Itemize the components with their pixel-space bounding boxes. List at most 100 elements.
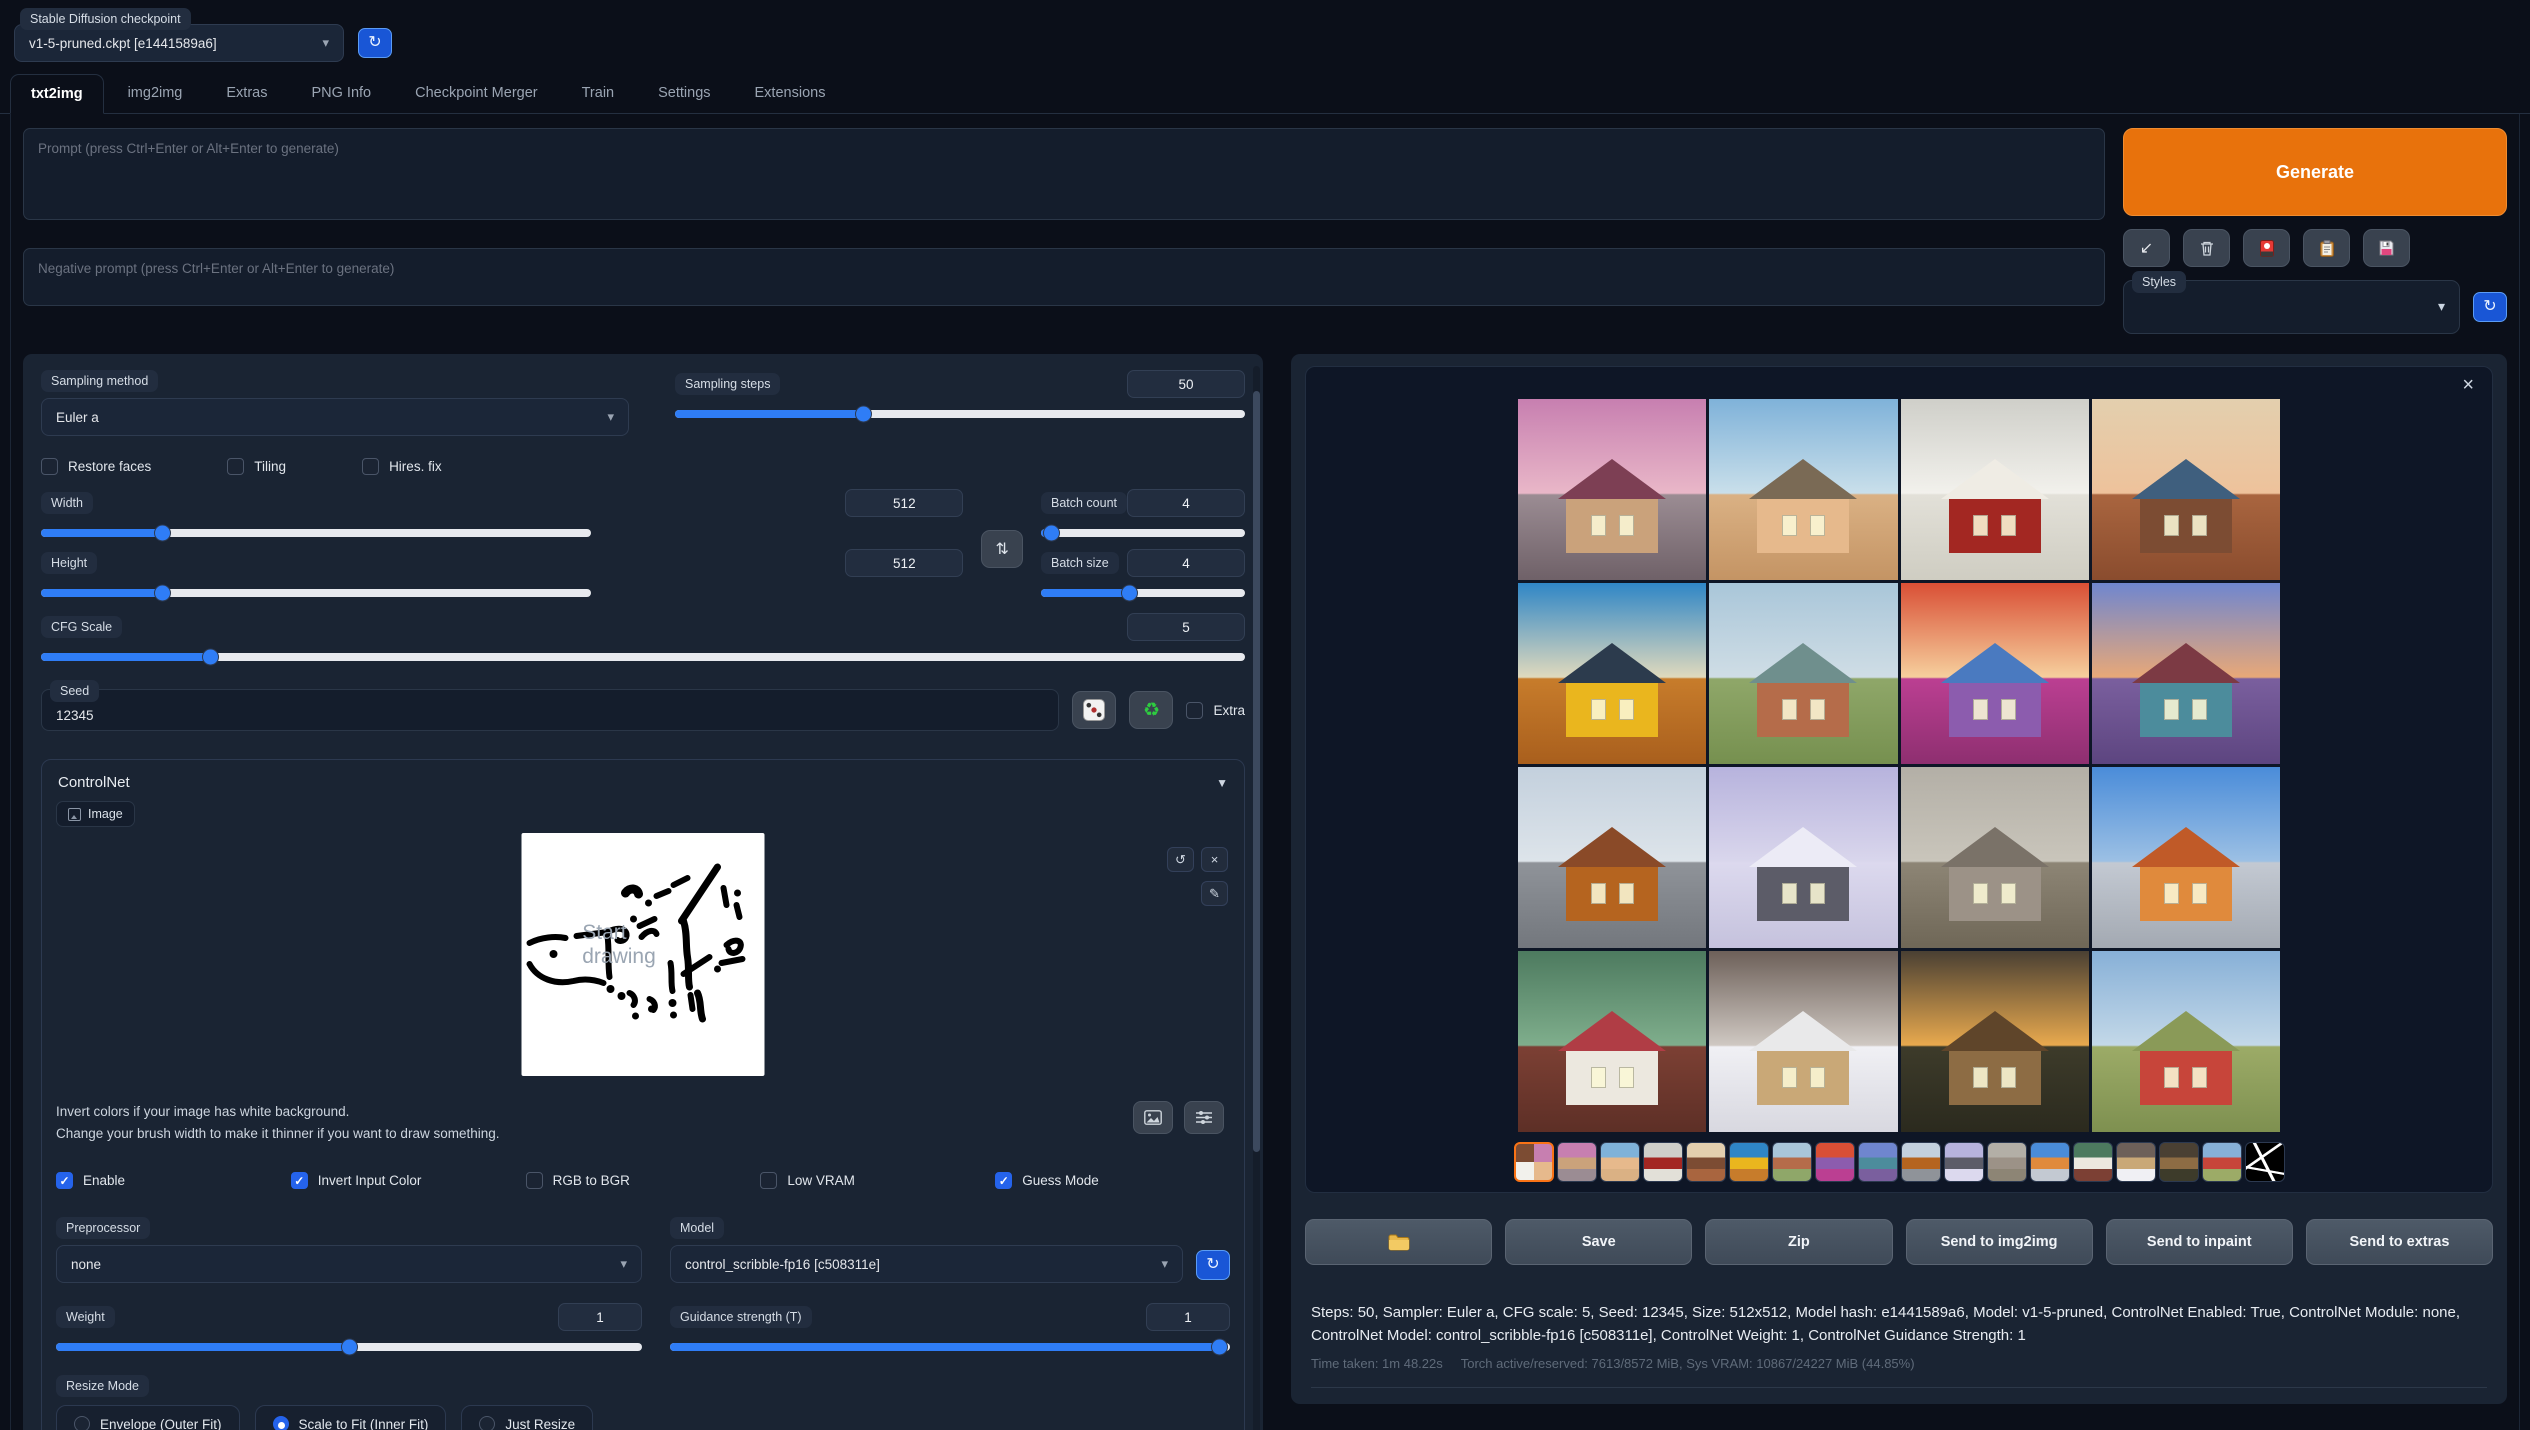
sampling-method-dropdown[interactable]: Euler a ▾ — [41, 398, 629, 436]
thumbnail-sunset-wooden-barn[interactable] — [2159, 1142, 2199, 1182]
model-refresh-button[interactable]: ↻ — [1196, 1250, 1230, 1280]
cfg-scale-slider[interactable] — [41, 653, 1245, 661]
resize-mode-envelope-outer-fit[interactable]: Envelope (Outer Fit) — [56, 1405, 240, 1430]
thumbnail-brick-street-morning[interactable] — [1901, 1142, 1941, 1182]
random-seed-button[interactable] — [1072, 691, 1116, 729]
thumbnail-lavender-winter-cabins[interactable] — [1944, 1142, 1984, 1182]
thumbnail-peach-cottage-village[interactable] — [1600, 1142, 1640, 1182]
restore-faces-checkbox[interactable]: Restore faces — [41, 458, 151, 475]
thumbnail-violet-house-sunset[interactable] — [1815, 1142, 1855, 1182]
thumbnail-grid-preview[interactable] — [1514, 1142, 1554, 1182]
gallery-image-brick-cottage-meadow[interactable] — [1709, 583, 1897, 764]
tab-extras[interactable]: Extras — [206, 74, 287, 113]
adjust-brush-button[interactable] — [1184, 1101, 1224, 1134]
batch-count-slider[interactable] — [1041, 529, 1245, 537]
reuse-seed-button[interactable]: ♻ — [1129, 691, 1173, 729]
batch-count-value[interactable]: 4 — [1127, 489, 1245, 517]
width-slider[interactable] — [41, 529, 591, 537]
gallery-image-colorful-sunny-street[interactable] — [2092, 767, 2280, 948]
resize-mode-scale-to-fit-inner-fit[interactable]: Scale to Fit (Inner Fit) — [255, 1405, 447, 1430]
gallery-image-violet-house-sunset[interactable] — [1901, 583, 2089, 764]
new-canvas-button[interactable] — [1133, 1101, 1173, 1134]
tab-extensions[interactable]: Extensions — [735, 74, 846, 113]
low-vram-checkbox[interactable]: Low VRAM — [760, 1172, 995, 1189]
sampling-steps-slider[interactable] — [675, 410, 1245, 418]
gallery-image-brick-street-morning[interactable] — [1518, 767, 1706, 948]
clear-canvas-button[interactable]: × — [1201, 847, 1228, 872]
gallery-image-sunset-dark-cottage[interactable] — [2092, 399, 2280, 580]
gallery-image-snowy-mountain-cabin[interactable] — [1709, 951, 1897, 1132]
sampling-steps-value[interactable]: 50 — [1127, 370, 1245, 398]
height-value[interactable]: 512 — [845, 549, 963, 577]
collapse-icon[interactable]: ▼ — [1216, 776, 1228, 790]
thumbnail-teal-houses-sunrise[interactable] — [1858, 1142, 1898, 1182]
seed-input[interactable] — [54, 707, 1046, 726]
styles-dropdown[interactable]: Styles ▾ — [2123, 280, 2460, 334]
gallery-image-yellow-house-desert[interactable] — [1518, 583, 1706, 764]
preprocessor-dropdown[interactable]: none ▾ — [56, 1245, 642, 1283]
gallery-image-teal-houses-sunrise[interactable] — [2092, 583, 2280, 764]
thumbnail-yellow-house-desert[interactable] — [1729, 1142, 1769, 1182]
thumbnail-snowy-mountain-cabin[interactable] — [2116, 1142, 2156, 1182]
gallery-image-purple-sunset-village[interactable] — [1518, 399, 1706, 580]
gallery-image-sepia-farmhouse[interactable] — [1901, 767, 2089, 948]
brush-button[interactable]: ✎ — [1201, 881, 1228, 906]
settings-scrollbar[interactable] — [1253, 366, 1260, 1430]
tab-txt2img[interactable]: txt2img — [10, 74, 104, 114]
save-style-button[interactable] — [2363, 229, 2410, 267]
width-value[interactable]: 512 — [845, 489, 963, 517]
controlnet-model-dropdown[interactable]: control_scribble-fp16 [c508311e] ▾ — [670, 1245, 1183, 1283]
thumbnail-controlnet-scribble[interactable] — [2245, 1142, 2285, 1182]
gallery-image-red-barns-snow[interactable] — [1901, 399, 2089, 580]
guidance-strength-value[interactable]: 1 — [1146, 1303, 1230, 1331]
cfg-scale-value[interactable]: 5 — [1127, 613, 1245, 641]
scrollbar-thumb[interactable] — [1253, 391, 1260, 1152]
tab-train[interactable]: Train — [562, 74, 635, 113]
apply-styles-button[interactable] — [2303, 229, 2350, 267]
weight-slider[interactable] — [56, 1343, 642, 1351]
send-to-inpaint-button[interactable]: Send to inpaint — [2106, 1219, 2293, 1265]
thumbnail-purple-sunset-village[interactable] — [1557, 1142, 1597, 1182]
batch-size-value[interactable]: 4 — [1127, 549, 1245, 577]
thumbnail-brick-cottage-meadow[interactable] — [1772, 1142, 1812, 1182]
zip-button[interactable]: Zip — [1705, 1219, 1892, 1265]
checkpoint-refresh-button[interactable]: ↻ — [358, 28, 392, 58]
tab-settings[interactable]: Settings — [638, 74, 730, 113]
extra-seed-checkbox[interactable]: Extra — [1186, 702, 1245, 719]
guess-mode-checkbox[interactable]: Guess Mode — [995, 1172, 1230, 1189]
clear-prompt-button[interactable] — [2183, 229, 2230, 267]
generate-button[interactable]: Generate — [2123, 128, 2507, 216]
controlnet-drawing-canvas[interactable]: Start drawing — [522, 833, 765, 1076]
thumbnail-red-white-farmhouse[interactable] — [2073, 1142, 2113, 1182]
style-card-button[interactable] — [2243, 229, 2290, 267]
swap-dimensions-button[interactable]: ⇅ — [981, 530, 1023, 568]
thumbnail-red-barns-snow[interactable] — [1643, 1142, 1683, 1182]
guidance-strength-slider[interactable] — [670, 1343, 1230, 1351]
gallery-close-button[interactable]: × — [2456, 373, 2480, 398]
controlnet-image-tab[interactable]: Image — [56, 801, 135, 827]
styles-refresh-button[interactable]: ↻ — [2473, 292, 2507, 322]
gallery-image-red-cottage-meadow[interactable] — [2092, 951, 2280, 1132]
save-button[interactable]: Save — [1505, 1219, 1692, 1265]
thumbnail-colorful-sunny-street[interactable] — [2030, 1142, 2070, 1182]
hires-fix-checkbox[interactable]: Hires. fix — [362, 458, 442, 475]
tab-img2img[interactable]: img2img — [108, 74, 203, 113]
tab-checkpoint-merger[interactable]: Checkpoint Merger — [395, 74, 558, 113]
send-to-img2img-button[interactable]: Send to img2img — [1906, 1219, 2093, 1265]
gallery-image-sunset-wooden-barn[interactable] — [1901, 951, 2089, 1132]
thumbnail-red-cottage-meadow[interactable] — [2202, 1142, 2242, 1182]
paste-parameters-button[interactable]: ↙ — [2123, 229, 2170, 267]
weight-value[interactable]: 1 — [558, 1303, 642, 1331]
batch-size-slider[interactable] — [1041, 589, 1245, 597]
undo-button[interactable]: ↺ — [1167, 847, 1194, 872]
gallery-image-peach-cottage-village[interactable] — [1709, 399, 1897, 580]
thumbnail-sunset-dark-cottage[interactable] — [1686, 1142, 1726, 1182]
gallery-image-red-white-farmhouse[interactable] — [1518, 951, 1706, 1132]
enable-checkbox[interactable]: Enable — [56, 1172, 291, 1189]
height-slider[interactable] — [41, 589, 591, 597]
rgb-to-bgr-checkbox[interactable]: RGB to BGR — [526, 1172, 761, 1189]
tiling-checkbox[interactable]: Tiling — [227, 458, 286, 475]
resize-mode-just-resize[interactable]: Just Resize — [461, 1405, 593, 1430]
tab-png-info[interactable]: PNG Info — [291, 74, 391, 113]
thumbnail-sepia-farmhouse[interactable] — [1987, 1142, 2027, 1182]
